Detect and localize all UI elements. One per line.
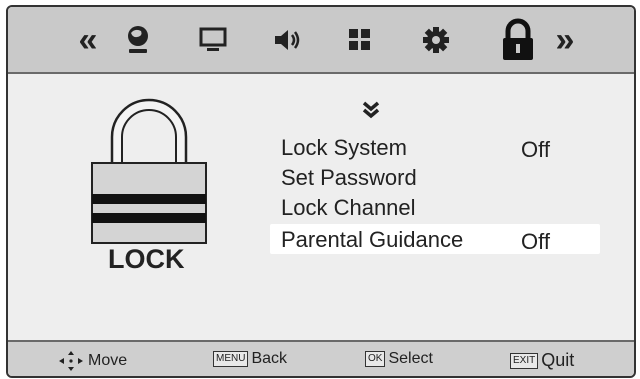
- hint-quit: EXIT Quit: [510, 350, 574, 371]
- nav-left-arrow[interactable]: «: [68, 7, 108, 72]
- menu-item-parental-guidance[interactable]: Parental Guidance: [281, 227, 463, 253]
- top-nav-bar: « »: [8, 7, 634, 74]
- nav-right-arrow[interactable]: »: [545, 7, 585, 72]
- move-arrows-icon: [59, 351, 83, 371]
- lock-system-value: Off: [521, 137, 550, 162]
- ok-key: OK: [365, 351, 386, 367]
- gear-icon[interactable]: [416, 7, 456, 72]
- scroll-up-chevron-icon[interactable]: [361, 101, 381, 124]
- menu-item-set-password[interactable]: Set Password: [281, 165, 417, 191]
- move-label: Move: [88, 352, 128, 369]
- select-label: Select: [388, 350, 433, 367]
- tv-menu-screen: « » LOCK Lock System Off Set Password Lo…: [6, 5, 636, 378]
- back-label: Back: [251, 350, 288, 367]
- grid-icon[interactable]: [340, 7, 380, 72]
- speaker-icon[interactable]: [268, 7, 308, 72]
- menu-item-lock-channel[interactable]: Lock Channel: [281, 195, 416, 221]
- hint-bar: Move MENU Back OK Select EXIT Quit: [8, 340, 634, 376]
- screen-icon[interactable]: [193, 7, 233, 72]
- exit-key: EXIT: [510, 352, 539, 369]
- lock-label: LOCK: [108, 244, 185, 274]
- hint-select: OK Select: [365, 350, 433, 368]
- hint-move: Move: [58, 350, 127, 372]
- hint-back: MENU Back: [213, 350, 287, 368]
- parental-guidance-value: Off: [521, 229, 550, 254]
- picture-icon[interactable]: [118, 7, 158, 72]
- quit-label: Quit: [541, 350, 575, 370]
- lock-menu-content: LOCK Lock System Off Set Password Lock C…: [8, 74, 634, 340]
- padlock-icon[interactable]: [496, 7, 540, 72]
- menu-key: MENU: [213, 351, 249, 367]
- menu-item-lock-system[interactable]: Lock System: [281, 135, 407, 161]
- large-lock-icon: [86, 89, 212, 254]
